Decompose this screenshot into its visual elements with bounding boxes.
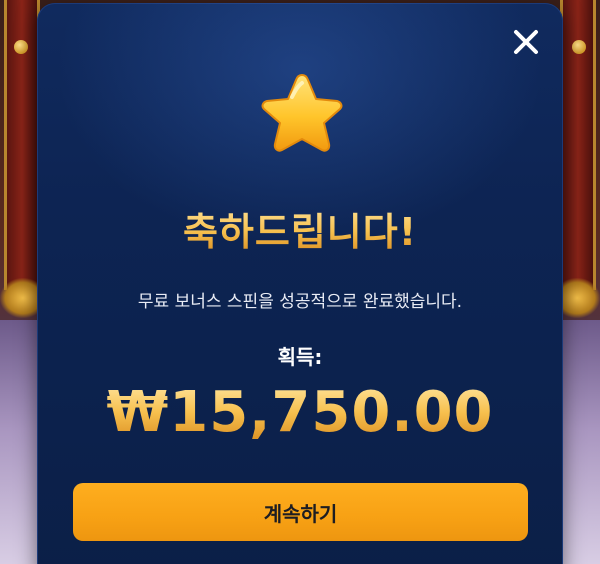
- earned-label: 획득:: [277, 345, 323, 369]
- dialog-subtitle: 무료 보너스 스핀을 성공적으로 완료했습니다.: [137, 292, 463, 312]
- background-coin: [572, 40, 586, 54]
- close-button[interactable]: [511, 27, 541, 57]
- star-icon: [250, 69, 354, 169]
- continue-button[interactable]: 계속하기: [73, 483, 528, 541]
- bonus-complete-dialog: 축하드립니다! 무료 보너스 스핀을 성공적으로 완료했습니다. 획득: ₩15…: [37, 3, 563, 564]
- game-screen: 축하드립니다! 무료 보너스 스핀을 성공적으로 완료했습니다. 획득: ₩15…: [0, 0, 600, 564]
- winnings-amount: ₩15,750.00: [37, 380, 563, 445]
- close-icon: [514, 30, 538, 54]
- dialog-title: 축하드립니다!: [37, 201, 563, 256]
- background-coin: [14, 40, 28, 54]
